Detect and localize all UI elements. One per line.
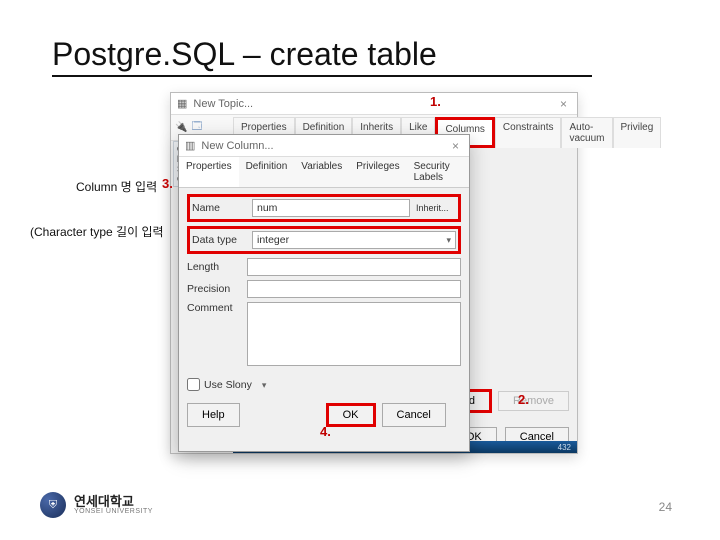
university-logo: ⛨ 연세대학교 YONSEI UNIVERSITY	[40, 492, 153, 518]
plug-icon[interactable]: 🔌	[175, 122, 187, 133]
ftab-variables[interactable]: Variables	[294, 157, 349, 187]
slide-title: Postgre.SQL – create table	[52, 36, 592, 77]
checkbox-use-slony[interactable]	[187, 378, 200, 391]
tab-strip-front: Properties Definition Variables Privileg…	[179, 157, 469, 188]
row-precision: Precision	[187, 280, 461, 298]
row-datatype: Data type integer ▾	[187, 226, 461, 254]
label-datatype: Data type	[192, 234, 252, 246]
label-length: Length	[187, 261, 247, 273]
page-number: 24	[659, 500, 672, 514]
annotation-1: 1.	[430, 94, 441, 109]
textarea-comment[interactable]	[247, 302, 461, 366]
tab-privileges[interactable]: Privileg	[613, 117, 662, 148]
logo-text: 연세대학교	[74, 495, 153, 508]
help-button[interactable]: Help	[187, 403, 240, 427]
column-icon: ▥	[185, 139, 195, 152]
annotation-4: 4.	[320, 424, 331, 439]
row-use-slony: Use Slony ▾	[179, 376, 469, 393]
input-name[interactable]: num	[252, 199, 410, 217]
combo-datatype[interactable]: integer ▾	[252, 231, 456, 249]
chevron-down-icon: ▾	[446, 235, 451, 246]
form-area: Name num Inherit... Data type integer ▾ …	[179, 188, 469, 376]
app-icon: ▦	[177, 97, 187, 110]
ftab-definition[interactable]: Definition	[239, 157, 295, 187]
ok-button-front[interactable]: OK	[326, 403, 376, 427]
row-comment: Comment	[187, 302, 461, 366]
screenshot-composite: ▦ New Topic... × 🔌 🗔 Object browser Serv…	[170, 92, 580, 462]
label-precision: Precision	[187, 283, 247, 295]
logo-shield-icon: ⛨	[40, 492, 66, 518]
combo-datatype-value: integer	[257, 234, 289, 246]
ftab-security[interactable]: Security Labels	[407, 157, 469, 187]
annotation-3: 3.	[162, 176, 173, 191]
tab-autovacuum[interactable]: Auto-vacuum	[561, 117, 612, 148]
ftab-properties[interactable]: Properties	[179, 157, 239, 187]
taskbar-hint: 432	[558, 443, 571, 452]
close-icon-front[interactable]: ×	[448, 139, 463, 153]
remove-button: Remove	[498, 391, 569, 411]
annotation-column-name: Column 명 입력	[76, 178, 157, 195]
combo-slony[interactable]: ▾	[262, 379, 461, 391]
label-inherit: Inherit...	[416, 203, 456, 213]
titlebar-back: ▦ New Topic... ×	[171, 93, 577, 115]
ftab-privileges[interactable]: Privileges	[349, 157, 406, 187]
window-new-column: ▥ New Column... × Properties Definition …	[178, 134, 470, 452]
label-use-slony: Use Slony	[204, 379, 252, 391]
close-icon[interactable]: ×	[556, 97, 571, 111]
annotation-length: (Character type 길이 입력	[30, 223, 164, 240]
label-name: Name	[192, 202, 252, 214]
tab-constraints[interactable]: Constraints	[495, 117, 562, 148]
input-length[interactable]	[247, 258, 461, 276]
logo-subtext: YONSEI UNIVERSITY	[74, 508, 153, 515]
annotation-2: 2.	[518, 392, 529, 407]
window-title-back: New Topic...	[193, 98, 253, 110]
row-length: Length	[187, 258, 461, 276]
row-name: Name num Inherit...	[187, 194, 461, 222]
titlebar-front: ▥ New Column... ×	[179, 135, 469, 157]
label-comment: Comment	[187, 302, 247, 314]
window-title-front: New Column...	[201, 140, 273, 152]
input-precision[interactable]	[247, 280, 461, 298]
chevron-down-icon: ▾	[262, 380, 267, 390]
cancel-button-front[interactable]: Cancel	[382, 403, 446, 427]
